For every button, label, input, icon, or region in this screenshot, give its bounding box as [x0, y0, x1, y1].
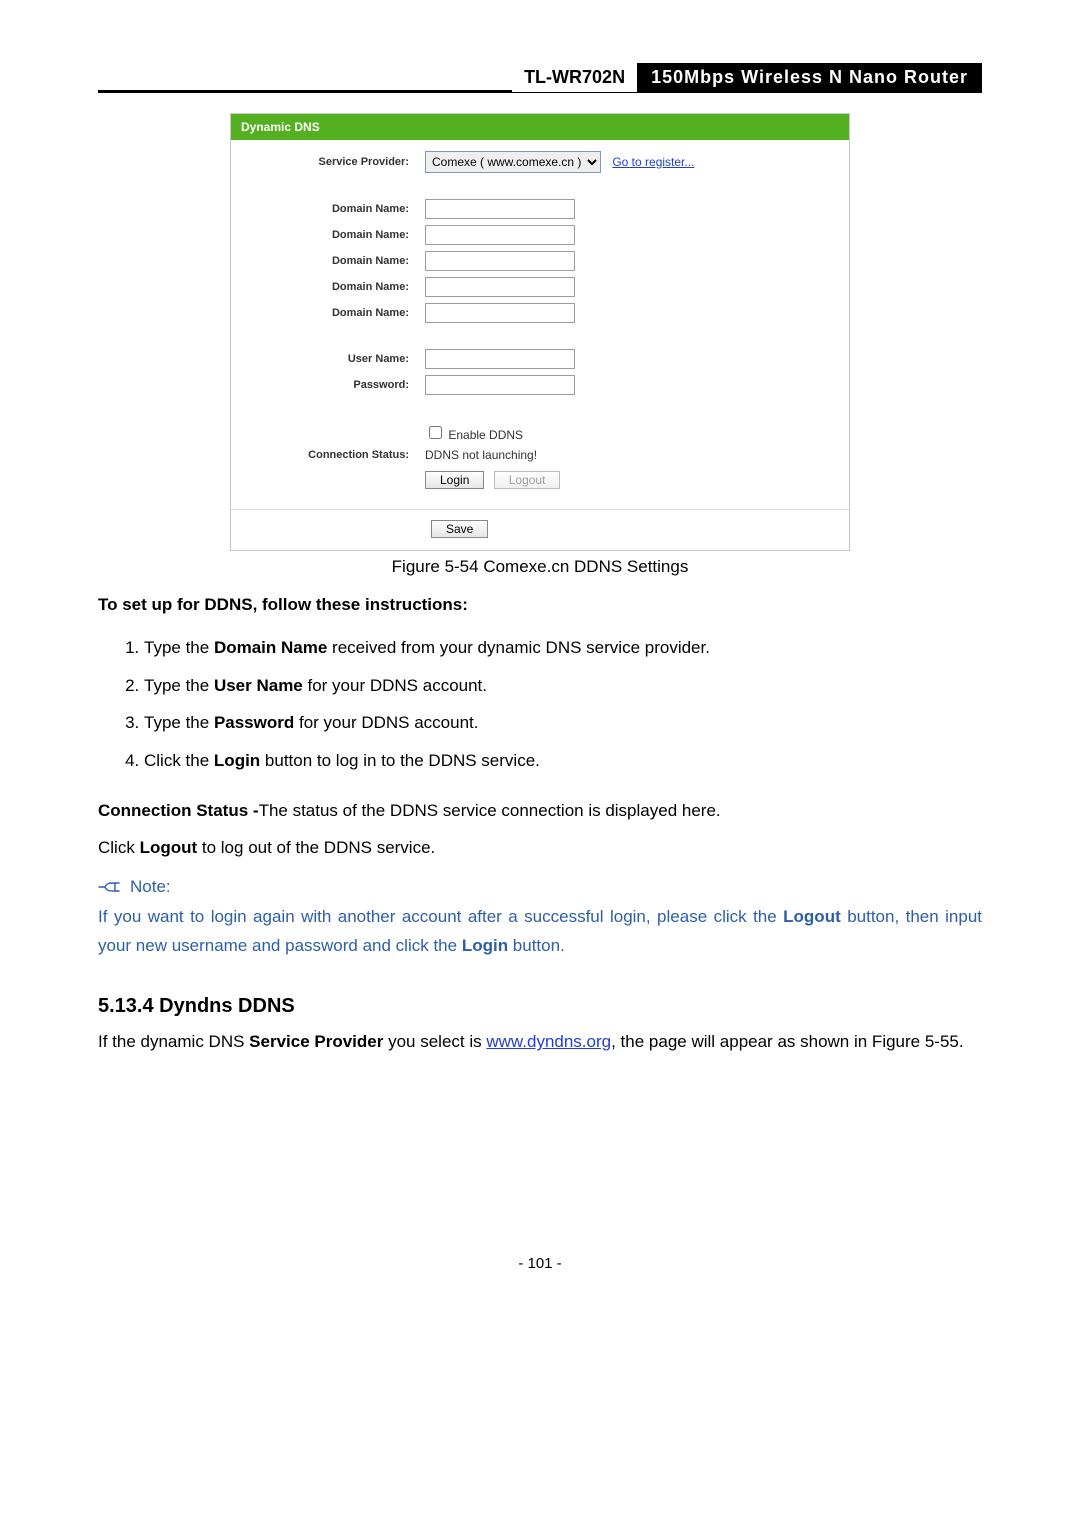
product-name: 150Mbps Wireless N Nano Router	[637, 63, 982, 92]
domain-name-input-5[interactable]	[425, 303, 575, 323]
label-domain-name: Domain Name:	[231, 196, 421, 222]
section-heading: 5.13.4 Dyndns DDNS	[98, 995, 982, 1018]
go-to-register-link[interactable]: Go to register...	[612, 155, 694, 169]
instructions-lead: To set up for DDNS, follow these instruc…	[98, 595, 982, 615]
domain-name-input-4[interactable]	[425, 277, 575, 297]
label-domain-name: Domain Name:	[231, 222, 421, 248]
label-domain-name: Domain Name:	[231, 300, 421, 326]
section-body: If the dynamic DNS Service Provider you …	[98, 1028, 982, 1055]
domain-name-input-2[interactable]	[425, 225, 575, 245]
login-button[interactable]: Login	[425, 471, 484, 489]
service-provider-select[interactable]: Comexe ( www.comexe.cn )	[425, 151, 601, 173]
panel-title: Dynamic DNS	[231, 114, 849, 140]
ddns-settings-panel: Dynamic DNS Service Provider: Comexe ( w…	[230, 113, 850, 551]
connection-status-text: DDNS not launching!	[425, 448, 537, 462]
instructions-list: Type the Domain Name received from your …	[98, 629, 982, 779]
note-heading: Note:	[98, 877, 982, 897]
dyndns-link[interactable]: www.dyndns.org	[486, 1032, 611, 1051]
page-number: - 101 -	[98, 1255, 982, 1272]
logout-explain: Click Logout to log out of the DDNS serv…	[98, 834, 982, 861]
list-item: Click the Login button to log in to the …	[144, 742, 982, 780]
domain-name-input-1[interactable]	[425, 199, 575, 219]
label-connection-status: Connection Status:	[231, 445, 421, 465]
password-input[interactable]	[425, 375, 575, 395]
save-button[interactable]: Save	[431, 520, 488, 538]
label-domain-name: Domain Name:	[231, 274, 421, 300]
enable-ddns-label[interactable]: Enable DDNS	[425, 428, 523, 442]
list-item: Type the Domain Name received from your …	[144, 629, 982, 667]
label-user-name: User Name:	[231, 346, 421, 372]
figure-caption: Figure 5-54 Comexe.cn DDNS Settings	[98, 557, 982, 577]
user-name-input[interactable]	[425, 349, 575, 369]
note-body: If you want to login again with another …	[98, 903, 982, 961]
label-password: Password:	[231, 372, 421, 398]
list-item: Type the Password for your DDNS account.	[144, 704, 982, 742]
note-heading-text: Note:	[130, 877, 171, 897]
header-rule: TL-WR702N 150Mbps Wireless N Nano Router	[98, 90, 982, 93]
pointing-hand-icon	[98, 879, 120, 895]
model-number: TL-WR702N	[512, 63, 637, 92]
connection-status-explain: Connection Status -The status of the DDN…	[98, 797, 982, 824]
logout-button[interactable]: Logout	[494, 471, 561, 489]
list-item: Type the User Name for your DDNS account…	[144, 667, 982, 705]
enable-ddns-text: Enable DDNS	[448, 428, 523, 442]
label-domain-name: Domain Name:	[231, 248, 421, 274]
enable-ddns-checkbox[interactable]	[429, 426, 442, 439]
label-service-provider: Service Provider:	[231, 148, 421, 176]
header-strip: TL-WR702N 150Mbps Wireless N Nano Router	[512, 63, 982, 92]
domain-name-input-3[interactable]	[425, 251, 575, 271]
